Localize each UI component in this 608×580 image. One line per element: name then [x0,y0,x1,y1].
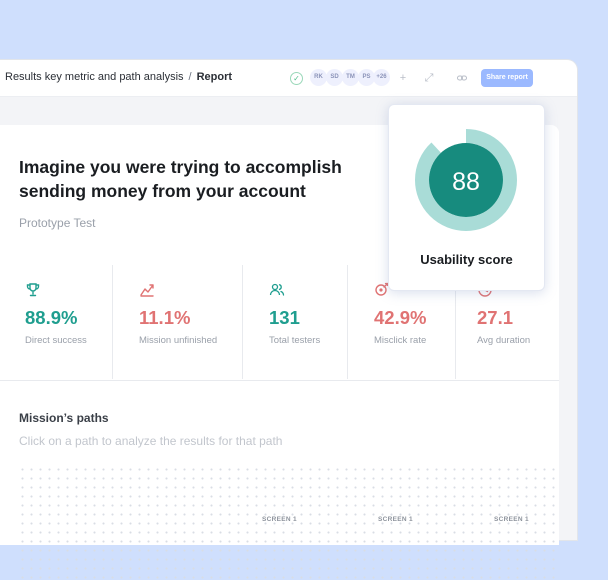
toolbar: Results key metric and path analysis / Rep… [0,60,577,97]
metric-value: 27.1 [477,307,514,328]
expand-icon[interactable]: ⤢ [419,68,439,88]
users-icon [269,283,285,296]
avatar[interactable]: SD [326,69,343,86]
paths-title: Mission’s paths [19,411,109,425]
usability-score-card: 88 Usability score [388,104,545,291]
plus-icon[interactable]: + [393,68,413,88]
metric-total-testers: 131 Total testers [243,262,348,380]
metric-label: Misclick rate [374,335,427,346]
metric-value: 11.1% [139,307,191,328]
trophy-icon [26,283,40,297]
metric-mission-unfinished: 11.1% Mission unfinished [113,262,243,380]
screen-label[interactable]: SCREEN 1 [378,516,413,523]
metric-value: 131 [269,307,300,328]
avatar-more[interactable]: +26 [373,69,390,86]
breadcrumb-separator: / [188,71,192,83]
breadcrumb-parent[interactable]: Results key metric and path analysis [5,71,184,83]
metric-label: Total testers [269,335,321,346]
avatar[interactable]: TM [342,69,359,86]
paths-hint: Click on a path to analyze the results f… [19,434,283,448]
metric-label: Direct success [25,335,87,346]
usability-score-ring: 88 [415,129,517,231]
avatar[interactable]: RK [310,69,327,86]
screen-label[interactable]: SCREEN 1 [262,516,297,523]
test-type: Prototype Test [19,216,96,230]
check-circle-icon[interactable]: ✓ [290,72,303,85]
screen-label[interactable]: SCREEN 1 [494,516,529,523]
breadcrumb-current: Report [196,71,233,83]
usability-score-value: 88 [452,168,480,196]
breadcrumb: Results key metric and path analysis / Rep… [5,71,232,83]
metric-value: 42.9% [374,307,427,328]
page-title: Imagine you were trying to accomplish se… [19,157,342,201]
metric-value: 88.9% [25,307,78,328]
mission-icon [140,284,154,297]
share-report-button[interactable]: Share report [481,69,533,87]
metric-label: Mission unfinished [139,335,218,346]
link-icon[interactable] [452,68,472,88]
metric-label: Avg duration [477,335,531,346]
usability-score-label: Usability score [420,252,513,267]
metric-direct-success: 88.9% Direct success [0,262,113,380]
